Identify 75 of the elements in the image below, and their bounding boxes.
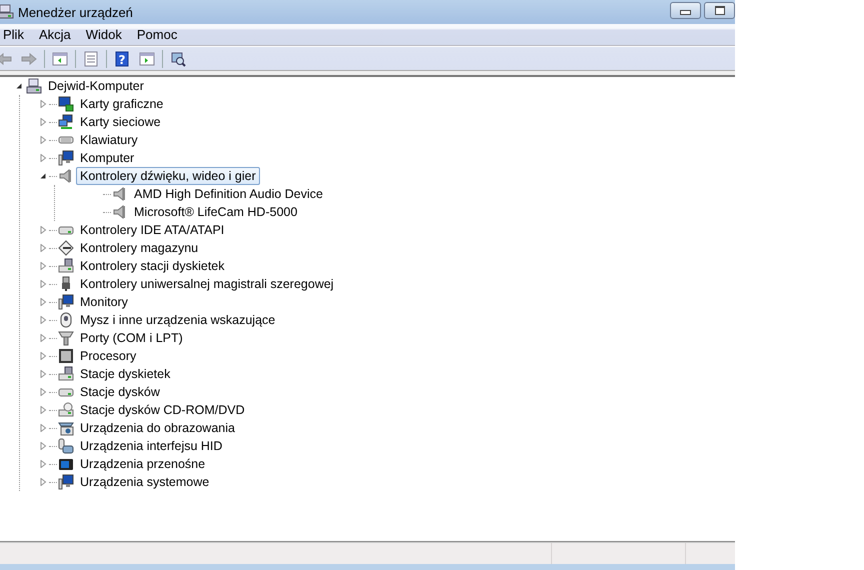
network-icon bbox=[58, 114, 74, 130]
expand-arrow-icon[interactable] bbox=[39, 136, 47, 144]
tree-item[interactable]: AMD High Definition Audio Device bbox=[130, 185, 327, 203]
tree-item[interactable]: Porty (COM i LPT) bbox=[76, 329, 187, 347]
tree-item[interactable]: Mysz i inne urządzenia wskazujące bbox=[76, 311, 280, 329]
expand-arrow-icon[interactable] bbox=[39, 388, 47, 396]
menu-item[interactable]: Akcja bbox=[36, 27, 77, 42]
floppy-icon bbox=[58, 366, 74, 382]
tree-item[interactable]: Kontrolery magazynu bbox=[76, 239, 202, 257]
expand-arrow-icon[interactable] bbox=[39, 118, 47, 126]
speaker-icon bbox=[58, 168, 74, 184]
expand-arrow-icon[interactable] bbox=[39, 406, 47, 414]
monitor-icon bbox=[58, 294, 74, 310]
cdrom-icon bbox=[58, 402, 74, 418]
expand-arrow-icon[interactable] bbox=[39, 352, 47, 360]
expand-arrow-icon[interactable] bbox=[39, 478, 47, 486]
expand-arrow-icon[interactable] bbox=[39, 226, 47, 234]
tree-item[interactable]: Microsoft® LifeCam HD-5000 bbox=[130, 203, 302, 221]
tree-item[interactable]: Kontrolery uniwersalnej magistrali szeregowej bbox=[76, 275, 338, 293]
storage-icon bbox=[58, 240, 74, 256]
computer-icon bbox=[26, 78, 42, 94]
floppy-icon bbox=[58, 258, 74, 274]
properties-icon[interactable] bbox=[83, 50, 99, 66]
chip-icon bbox=[58, 348, 74, 364]
expand-arrow-icon[interactable] bbox=[39, 460, 47, 468]
help-icon[interactable]: ? bbox=[114, 50, 130, 66]
expand-arrow-icon[interactable] bbox=[39, 262, 47, 270]
expand-arrow-icon[interactable] bbox=[39, 370, 47, 378]
speaker-icon bbox=[112, 204, 128, 220]
portable-icon bbox=[58, 456, 74, 472]
expand-arrow-icon[interactable] bbox=[39, 334, 47, 342]
expand-arrow-icon[interactable] bbox=[39, 280, 47, 288]
menu-item[interactable]: Plik bbox=[0, 27, 30, 42]
monitor-icon bbox=[58, 150, 74, 166]
tree-item[interactable]: Kontrolery stacji dyskietek bbox=[76, 257, 229, 275]
tree-item[interactable]: Urządzenia przenośne bbox=[76, 455, 210, 473]
tree-item[interactable]: Karty sieciowe bbox=[76, 113, 165, 131]
scan-hardware-icon[interactable] bbox=[170, 50, 186, 66]
expand-arrow-icon[interactable] bbox=[39, 424, 47, 432]
tree-item[interactable]: Kontrolery dźwięku, wideo i gier bbox=[76, 167, 260, 185]
mouse-icon bbox=[58, 312, 74, 328]
tree-item[interactable]: Komputer bbox=[76, 149, 138, 167]
computer-icon bbox=[0, 4, 14, 20]
monitor-icon bbox=[58, 474, 74, 490]
tree-item[interactable]: Klawiatury bbox=[76, 131, 142, 149]
camera-icon bbox=[58, 420, 74, 436]
tree-item[interactable]: Procesory bbox=[76, 347, 140, 365]
tree-item[interactable]: Urządzenia interfejsu HID bbox=[76, 437, 226, 455]
expand-arrow-icon[interactable] bbox=[39, 298, 47, 306]
tree-item[interactable]: Kontrolery IDE ATA/ATAPI bbox=[76, 221, 228, 239]
maximize-button[interactable] bbox=[704, 2, 735, 18]
speaker-icon bbox=[112, 186, 128, 202]
panel-icon[interactable] bbox=[139, 50, 155, 66]
tree-item[interactable]: Karty graficzne bbox=[76, 95, 168, 113]
display-icon bbox=[58, 96, 74, 112]
tree-item[interactable]: Urządzenia systemowe bbox=[76, 473, 214, 491]
expand-arrow-icon[interactable] bbox=[39, 244, 47, 252]
port-icon bbox=[58, 330, 74, 346]
menu-item[interactable]: Pomoc bbox=[134, 27, 184, 42]
minimize-button[interactable] bbox=[670, 2, 701, 18]
expand-arrow-icon[interactable] bbox=[39, 100, 47, 108]
tree-item[interactable]: Stacje dysków bbox=[76, 383, 164, 401]
collapse-arrow-icon[interactable] bbox=[39, 172, 47, 180]
expand-arrow-icon[interactable] bbox=[39, 154, 47, 162]
window-title: Menedżer urządzeń bbox=[18, 4, 133, 20]
menu-item[interactable]: Widok bbox=[82, 27, 128, 42]
tree-item[interactable]: Monitory bbox=[76, 293, 132, 311]
expand-arrow-icon[interactable] bbox=[39, 316, 47, 324]
tree-item[interactable]: Dejwid-Komputer bbox=[44, 77, 148, 95]
collapse-arrow-icon[interactable] bbox=[15, 82, 23, 90]
tree-item[interactable]: Stacje dyskietek bbox=[76, 365, 174, 383]
panel-icon[interactable] bbox=[52, 50, 68, 66]
tree-item[interactable]: Stacje dysków CD-ROM/DVD bbox=[76, 401, 249, 419]
tree-item[interactable]: Urządzenia do obrazowania bbox=[76, 419, 239, 437]
expand-arrow-icon[interactable] bbox=[39, 442, 47, 450]
